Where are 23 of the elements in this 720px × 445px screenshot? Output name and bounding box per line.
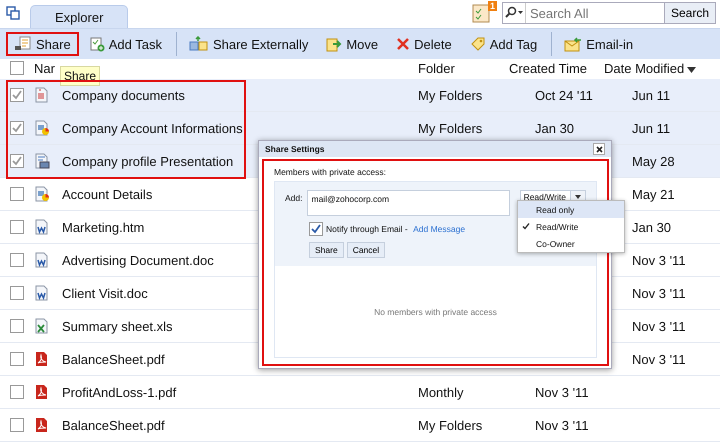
created-cell-text: Nov 3 '11 [534,418,590,432]
created-cell-text: Oct 24 '11 [534,88,594,102]
created-cell-text: Nov 3 '11 [534,384,590,400]
modified-cell-text: Nov 3 '11 [631,318,687,334]
folder-cell-text: Monthly [418,384,465,400]
created-cell-text: Jan 30 [534,120,576,136]
folder-cell-text: My Folders [418,120,484,136]
section-label: Members with private access: [274,167,387,177]
notification-badge: 1 [488,1,497,11]
modified-cell-text: Nov 3 '11 [631,252,687,268]
folder-cell-text: My Folders [418,418,484,432]
modified-cell-text: Nov 3 '11 [631,352,687,366]
modified-cell-text: Jun 11 [631,88,672,102]
modified-cell-text: Jun 11 [631,120,672,136]
notify-label: Notify through Email - [326,224,409,234]
modified-cell-text: May 28 [631,154,676,168]
tooltip: Share [60,66,100,86]
modified-cell-text: May 21 [631,186,676,202]
modified-cell-text: Nov 3 '11 [631,286,687,300]
add-label: Add: [285,192,302,203]
dialog-title: Share Settings [265,144,325,154]
modified-cell-text: Jan 30 [631,220,672,234]
folder-cell-text: My Folders [418,88,484,102]
